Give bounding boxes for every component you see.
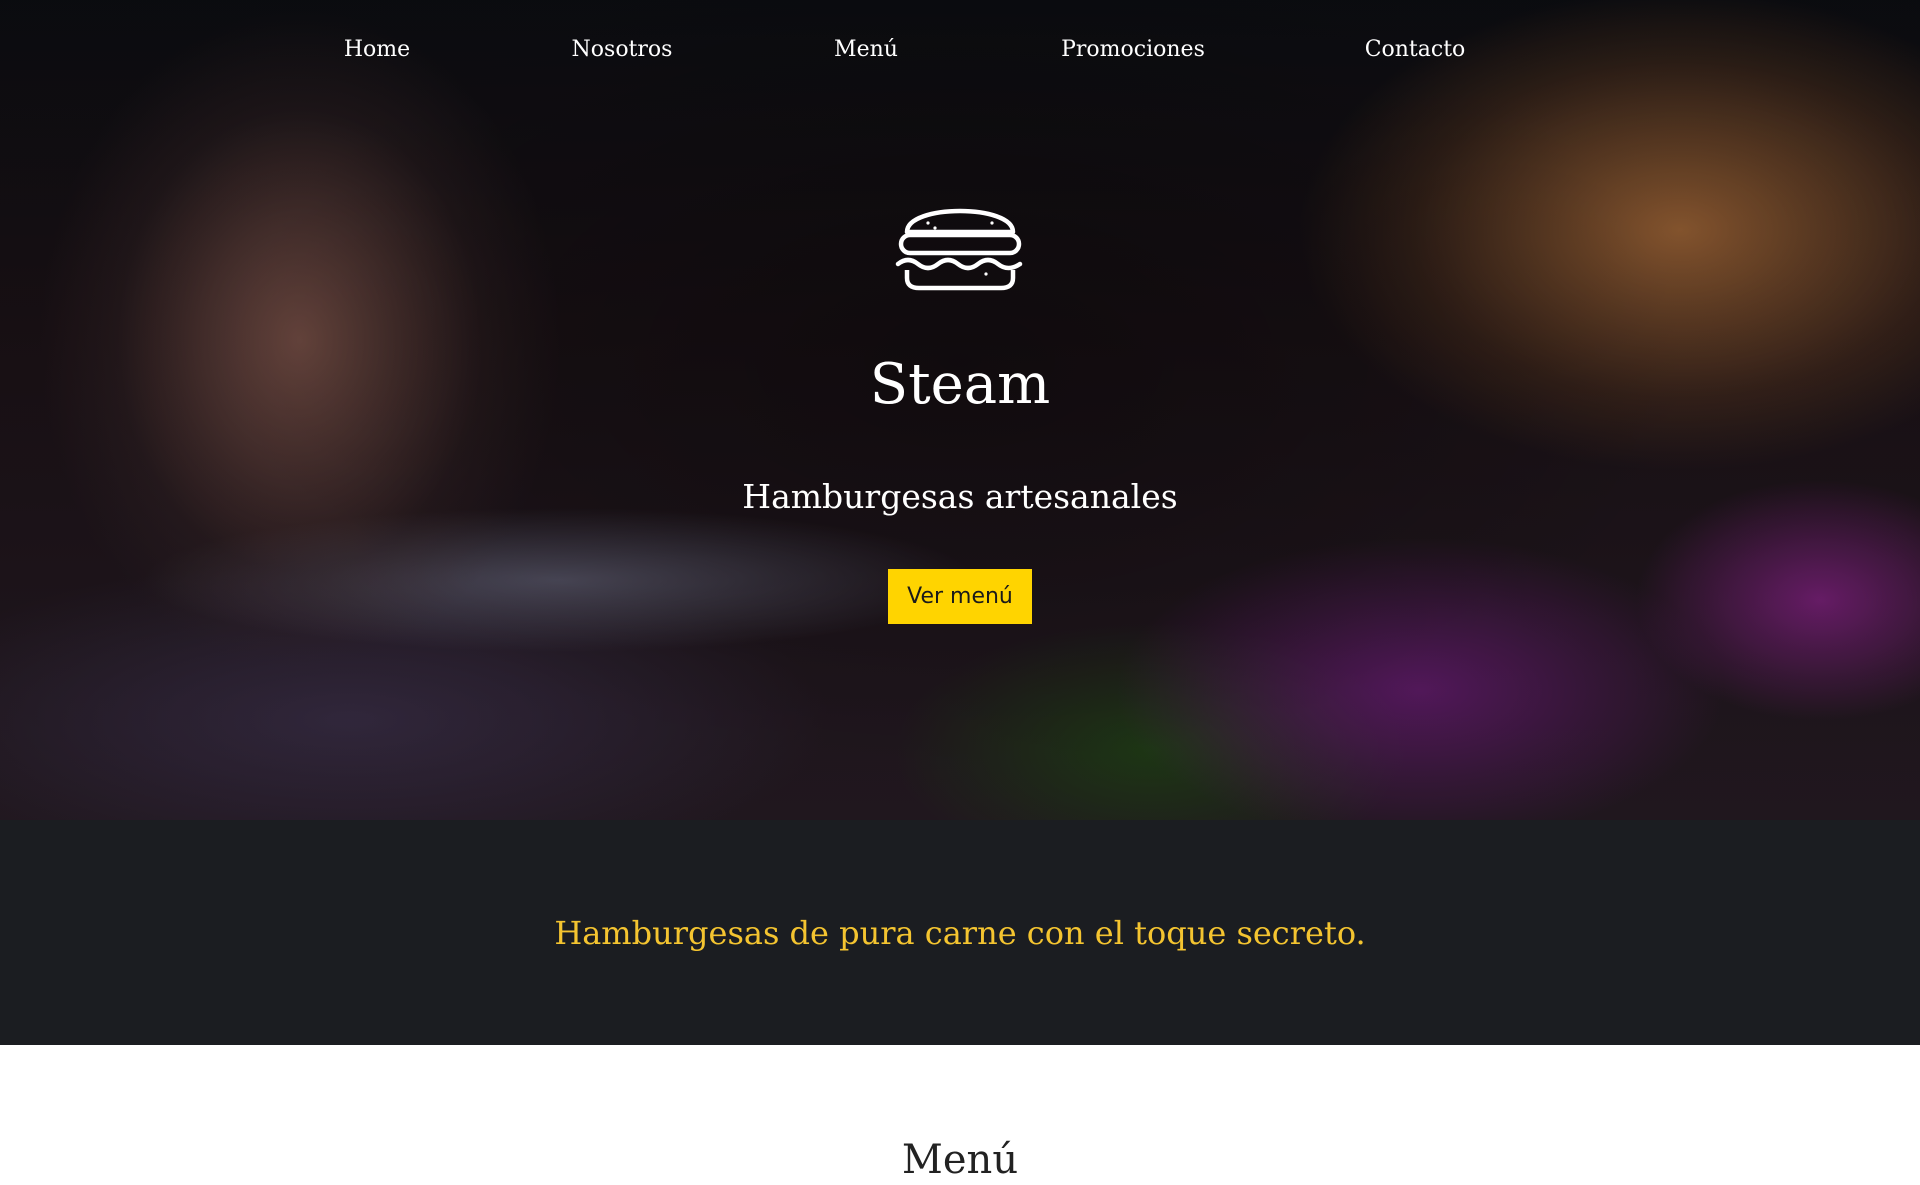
burger-icon bbox=[895, 208, 1023, 291]
nav-item-menu[interactable]: Menú bbox=[834, 30, 898, 70]
brand-title: Steam bbox=[869, 352, 1051, 417]
view-menu-button[interactable]: Ver menú bbox=[888, 569, 1032, 624]
nav-item-contacto[interactable]: Contacto bbox=[1365, 30, 1466, 70]
nav-item-home[interactable]: Home bbox=[344, 30, 410, 70]
slogan-text: Hamburgesas de pura carne con el toque s… bbox=[554, 914, 1366, 952]
hero-section: Home Nosotros Menú Promociones Contacto … bbox=[0, 0, 1920, 820]
nav-item-promociones[interactable]: Promociones bbox=[1061, 30, 1205, 70]
slogan-band: Hamburgesas de pura carne con el toque s… bbox=[0, 820, 1920, 1045]
hero-tagline: Hamburgesas artesanales bbox=[742, 477, 1178, 516]
main-nav: Home Nosotros Menú Promociones Contacto bbox=[0, 30, 1920, 70]
menu-section: Menú bbox=[0, 1045, 1920, 1184]
nav-item-nosotros[interactable]: Nosotros bbox=[572, 30, 673, 70]
menu-section-title: Menú bbox=[901, 1137, 1019, 1183]
